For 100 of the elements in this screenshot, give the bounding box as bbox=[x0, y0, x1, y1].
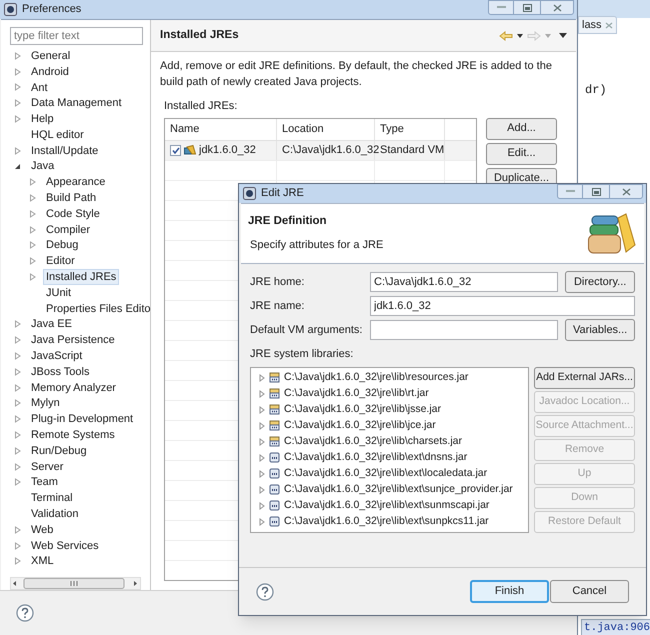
close-icon[interactable] bbox=[622, 188, 630, 196]
expanded-arrow-icon[interactable] bbox=[14, 162, 21, 170]
collapsed-arrow-icon[interactable] bbox=[14, 68, 21, 76]
collapsed-arrow-icon[interactable] bbox=[14, 431, 21, 440]
editor-tab[interactable]: lass bbox=[578, 16, 617, 34]
filter-field[interactable]: type filter text bbox=[10, 27, 143, 45]
tree-item[interactable]: Plug-in Development bbox=[28, 411, 136, 428]
text-field[interactable]: jdk1.6.0_32 bbox=[370, 296, 635, 316]
library-item[interactable]: C:\Java\jdk1.6.0_32\jre\lib\jce.jar bbox=[284, 418, 436, 434]
collapsed-arrow-icon[interactable] bbox=[14, 83, 21, 92]
help-icon[interactable] bbox=[256, 582, 274, 600]
library-item[interactable]: C:\Java\jdk1.6.0_32\jre\lib\rt.jar bbox=[284, 386, 429, 402]
horizontal-scrollbar[interactable] bbox=[10, 577, 141, 590]
menu-caret-icon[interactable] bbox=[559, 33, 567, 38]
collapsed-arrow-icon[interactable] bbox=[14, 415, 21, 424]
dialog-button[interactable]: Cancel bbox=[550, 580, 629, 603]
close-button[interactable] bbox=[609, 184, 643, 199]
library-item[interactable]: C:\Java\jdk1.6.0_32\jre\lib\jsse.jar bbox=[284, 402, 441, 418]
tree-item[interactable]: Compiler bbox=[43, 222, 94, 238]
collapsed-arrow-icon[interactable] bbox=[14, 526, 21, 534]
library-item[interactable]: C:\Java\jdk1.6.0_32\jre\lib\ext\sunjce_provider.jar bbox=[284, 482, 513, 498]
tree-item[interactable]: General bbox=[28, 48, 74, 64]
tree-item[interactable]: Remote Systems bbox=[28, 427, 118, 444]
tree-item[interactable]: JUnit bbox=[43, 284, 74, 301]
column-header[interactable]: Location bbox=[277, 118, 375, 140]
collapsed-arrow-icon[interactable] bbox=[14, 478, 21, 486]
maximize-button[interactable] bbox=[583, 184, 609, 199]
close-icon[interactable] bbox=[604, 22, 613, 28]
tree-item[interactable]: Appearance bbox=[43, 174, 108, 190]
collapsed-arrow-icon[interactable] bbox=[29, 194, 36, 202]
column-header[interactable]: Name bbox=[165, 118, 277, 140]
column-header[interactable]: Type bbox=[375, 118, 445, 140]
minimize-icon[interactable] bbox=[566, 190, 574, 193]
collapsed-arrow-icon[interactable] bbox=[14, 557, 21, 566]
library-item[interactable]: C:\Java\jdk1.6.0_32\jre\lib\resources.jar bbox=[284, 370, 468, 386]
tree-item[interactable]: Mylyn bbox=[28, 395, 63, 412]
minimize-button[interactable] bbox=[557, 184, 583, 199]
collapsed-arrow-icon[interactable] bbox=[14, 384, 21, 392]
tree-item[interactable]: Data Management bbox=[28, 95, 124, 112]
tree-item[interactable]: Java EE bbox=[28, 316, 75, 332]
maximize-icon[interactable] bbox=[592, 188, 600, 196]
tree-item[interactable]: Run/Debug bbox=[28, 442, 90, 459]
collapsed-arrow-icon[interactable] bbox=[29, 241, 36, 250]
tree-item[interactable]: Installed JREs bbox=[43, 269, 120, 286]
browse-button[interactable]: Variables... bbox=[565, 319, 635, 341]
collapsed-arrow-icon[interactable] bbox=[14, 352, 21, 360]
browse-button[interactable]: Directory... bbox=[565, 271, 635, 293]
maximize-button[interactable] bbox=[514, 0, 540, 15]
tree-item[interactable]: Web Services bbox=[28, 538, 102, 554]
help-icon[interactable] bbox=[16, 604, 34, 622]
tree-item[interactable]: Properties Files Edito bbox=[43, 300, 154, 317]
tree-item[interactable]: JBoss Tools bbox=[28, 364, 92, 380]
caret-icon[interactable] bbox=[517, 34, 523, 38]
collapsed-arrow-icon[interactable] bbox=[14, 99, 21, 108]
checkbox[interactable] bbox=[170, 144, 181, 156]
maximize-icon[interactable] bbox=[522, 4, 532, 12]
tree-item[interactable]: JavaScript bbox=[28, 348, 86, 364]
tree-item[interactable]: Server bbox=[28, 458, 66, 475]
tree-item[interactable]: XML bbox=[28, 553, 57, 570]
collapsed-arrow-icon[interactable] bbox=[29, 226, 36, 234]
tree-item[interactable]: Java Persistence bbox=[28, 332, 118, 348]
tree-item[interactable]: Build Path bbox=[43, 190, 100, 206]
tree-item[interactable]: Java bbox=[28, 158, 58, 174]
table-action-button[interactable]: Add... bbox=[486, 118, 557, 140]
tree-item[interactable]: Terminal bbox=[28, 490, 76, 506]
collapsed-arrow-icon[interactable] bbox=[29, 210, 36, 218]
collapsed-arrow-icon[interactable] bbox=[14, 52, 21, 60]
library-item[interactable]: C:\Java\jdk1.6.0_32\jre\lib\ext\dnsns.jar bbox=[284, 450, 468, 466]
library-item[interactable]: C:\Java\jdk1.6.0_32\jre\lib\ext\localedata.jar bbox=[284, 466, 488, 482]
tree-item[interactable]: Web bbox=[28, 522, 56, 538]
tree-item[interactable]: Ant bbox=[28, 80, 51, 96]
collapsed-arrow-icon[interactable] bbox=[14, 320, 21, 328]
close-icon[interactable] bbox=[552, 4, 562, 12]
collapsed-arrow-icon[interactable] bbox=[14, 462, 21, 471]
collapsed-arrow-icon[interactable] bbox=[14, 336, 21, 344]
tree-item[interactable]: Memory Analyzer bbox=[28, 380, 119, 396]
collapsed-arrow-icon[interactable] bbox=[14, 146, 21, 155]
dialog-button[interactable]: Finish bbox=[470, 580, 549, 603]
tree-item[interactable]: Validation bbox=[28, 506, 82, 522]
tree-item[interactable]: Editor bbox=[43, 253, 78, 270]
library-item[interactable]: C:\Java\jdk1.6.0_32\jre\lib\ext\sunpkcs11.jar bbox=[284, 514, 489, 530]
library-button[interactable]: Add External JARs... bbox=[534, 366, 635, 388]
collapsed-arrow-icon[interactable] bbox=[29, 178, 36, 186]
tree-item[interactable]: Code Style bbox=[43, 206, 103, 222]
tree-item[interactable]: Team bbox=[28, 474, 61, 490]
table-action-button[interactable]: Edit... bbox=[486, 142, 557, 164]
tree-item[interactable]: HQL editor bbox=[28, 126, 87, 143]
collapsed-arrow-icon[interactable] bbox=[14, 446, 21, 455]
close-button[interactable] bbox=[540, 0, 574, 15]
minimize-button[interactable] bbox=[488, 0, 514, 15]
tree-item[interactable]: Android bbox=[28, 64, 72, 80]
tree-item[interactable]: Help bbox=[28, 111, 57, 128]
collapsed-arrow-icon[interactable] bbox=[29, 257, 36, 266]
collapsed-arrow-icon[interactable] bbox=[29, 273, 36, 282]
minimize-icon[interactable] bbox=[496, 6, 506, 9]
library-item[interactable]: C:\Java\jdk1.6.0_32\jre\lib\ext\sunmscapi.jar bbox=[284, 498, 490, 514]
collapsed-arrow-icon[interactable] bbox=[14, 399, 21, 408]
collapsed-arrow-icon[interactable] bbox=[14, 542, 21, 550]
collapsed-arrow-icon[interactable] bbox=[14, 368, 21, 376]
tree-item[interactable]: Debug bbox=[43, 237, 82, 254]
